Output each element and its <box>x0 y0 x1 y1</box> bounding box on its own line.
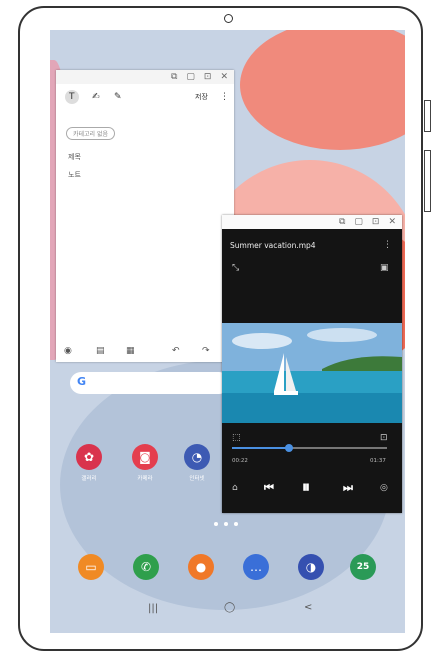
close-icon[interactable]: ✕ <box>220 72 228 82</box>
camera-app-label: 카메라 <box>137 476 153 482</box>
back-button[interactable]: < <box>304 602 312 613</box>
color-icon[interactable]: ◉ <box>64 346 72 356</box>
title-field[interactable]: 제목 <box>68 152 81 162</box>
format-icon[interactable]: ▤ <box>96 346 105 356</box>
bookmark-icon[interactable]: ⌂ <box>232 483 238 493</box>
seek-bar-progress <box>232 447 290 449</box>
video-frame-image <box>222 323 402 423</box>
text-tool-icon[interactable]: T <box>69 92 75 102</box>
page-indicator-dot[interactable] <box>214 522 218 526</box>
close-icon[interactable]: ✕ <box>388 217 396 227</box>
capture-icon[interactable]: ◎ <box>380 483 388 493</box>
more-options-icon[interactable]: ⋮ <box>383 240 392 250</box>
volume-button <box>424 100 431 132</box>
category-chip[interactable]: 카테고리 없음 <box>66 127 116 140</box>
internet-app-label: 인터넷 <box>189 476 205 482</box>
contacts-app-icon[interactable]: ● <box>188 554 214 580</box>
previous-button[interactable]: ⏮ <box>264 481 274 495</box>
google-search-bar[interactable]: G <box>70 372 230 394</box>
video-filename: Summer vacation.mp4 <box>230 241 316 250</box>
undo-icon[interactable]: ↶ <box>172 346 180 356</box>
redo-icon[interactable]: ↷ <box>202 346 210 356</box>
notes-window-bar[interactable]: ⧉ ▢ ⊡ ✕ <box>56 70 234 84</box>
home-screen: ⧉ ▢ ⊡ ✕ T ✍ ✎ 저장 ⋮ 카테고리 없음 제목 노트 ◉ ▤ ▦ ↶… <box>50 30 405 633</box>
minimize-icon[interactable]: ⧉ <box>339 217 345 227</box>
popup-view-icon[interactable]: ▢ <box>354 217 363 227</box>
elapsed-time: 00:22 <box>232 458 248 464</box>
seek-bar[interactable] <box>232 444 387 452</box>
wallpaper-shape <box>240 30 405 150</box>
fullscreen-icon[interactable]: ⊡ <box>204 72 212 82</box>
browser-app-icon[interactable]: ◑ <box>298 554 324 580</box>
notes-window: ⧉ ▢ ⊡ ✕ T ✍ ✎ 저장 ⋮ 카테고리 없음 제목 노트 ◉ ▤ ▦ ↶… <box>56 70 234 362</box>
page-indicator-dot[interactable] <box>234 522 238 526</box>
screen-ratio-icon[interactable]: ▣ <box>380 263 389 273</box>
pen-tool-icon[interactable]: ✍ <box>92 92 100 102</box>
save-button[interactable]: 저장 <box>195 92 208 102</box>
popup-view-icon[interactable]: ▢ <box>186 72 195 82</box>
table-icon[interactable]: ▦ <box>126 346 135 356</box>
home-button[interactable]: ◯ <box>224 602 235 613</box>
rotate-icon[interactable]: ⤡ <box>232 263 239 273</box>
gallery-app-icon[interactable]: ✿ <box>76 444 102 470</box>
messages-app-icon[interactable]: … <box>243 554 269 580</box>
video-player-window: ⧉ ▢ ⊡ ✕ Summer vacation.mp4 ⋮ ⤡ ▣ ⬚ ⊡ 00… <box>222 215 402 513</box>
phone-app-icon[interactable]: ✆ <box>133 554 159 580</box>
recents-button[interactable]: ||| <box>148 603 158 614</box>
video-window-bar[interactable]: ⧉ ▢ ⊡ ✕ <box>222 215 402 229</box>
power-button <box>424 150 431 212</box>
page-indicator-dot[interactable] <box>224 522 228 526</box>
brush-tool-icon[interactable]: ✎ <box>114 92 122 102</box>
total-time: 01:37 <box>370 458 386 464</box>
gallery-app-label: 갤러리 <box>81 476 97 482</box>
next-button[interactable]: ⏭ <box>343 481 353 495</box>
camera-app-icon[interactable]: ◙ <box>132 444 158 470</box>
my-files-app-icon[interactable]: ▭ <box>78 554 104 580</box>
fullscreen-icon[interactable]: ⊡ <box>372 217 380 227</box>
front-camera <box>224 14 233 23</box>
google-logo: G <box>77 375 87 388</box>
video-frame[interactable] <box>222 323 402 423</box>
subtitle-icon[interactable]: ⬚ <box>232 433 241 443</box>
calendar-app-icon[interactable]: 25 <box>350 554 376 580</box>
more-options-icon[interactable]: ⋮ <box>220 92 229 102</box>
pause-button[interactable]: ⏸ <box>302 477 310 497</box>
seek-bar-knob[interactable] <box>285 444 294 452</box>
popup-play-icon[interactable]: ⊡ <box>380 433 388 443</box>
internet-app-icon[interactable]: ◔ <box>184 444 210 470</box>
minimize-icon[interactable]: ⧉ <box>171 72 177 82</box>
body-field[interactable]: 노트 <box>68 170 81 180</box>
